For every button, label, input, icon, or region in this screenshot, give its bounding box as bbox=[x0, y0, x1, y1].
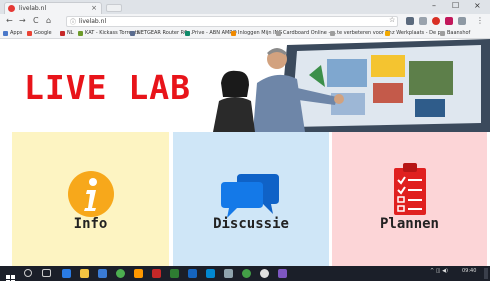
bookmark-icon bbox=[385, 31, 390, 36]
chrome-icon[interactable] bbox=[116, 269, 125, 278]
bookmark-nl[interactable]: NL bbox=[60, 29, 74, 38]
task-view-icon[interactable] bbox=[42, 269, 51, 277]
reload-icon[interactable]: C bbox=[33, 16, 39, 25]
apps-icon bbox=[3, 31, 8, 36]
bookmark-baanshof[interactable]: Baanshof bbox=[440, 29, 470, 38]
edge-icon[interactable] bbox=[62, 269, 71, 278]
menu-icon[interactable]: ⋮ bbox=[476, 16, 484, 25]
os-taskbar: ^ ◫ ◀) 09:40 bbox=[0, 266, 490, 284]
app-icon[interactable] bbox=[224, 269, 233, 278]
address-toolbar: ← → C ⌂ ⓘ livelab.nl ☆ ⋮ bbox=[0, 14, 490, 29]
chat-bubbles-icon bbox=[221, 174, 279, 218]
browser-tab[interactable]: livelab.nl × bbox=[4, 2, 102, 14]
extension-icon[interactable] bbox=[419, 17, 427, 25]
bookmark-icon bbox=[130, 31, 135, 36]
bookmark-icon bbox=[185, 31, 190, 36]
folder-icon[interactable] bbox=[80, 269, 89, 278]
bookmark-abn[interactable]: Prive - ABN AMRO bbox=[185, 29, 237, 38]
address-bar[interactable]: ⓘ livelab.nl bbox=[66, 16, 398, 27]
bookmarks-bar: Apps Google NL KAT - Kickass Torrents NE… bbox=[0, 29, 490, 39]
bookmark-ing[interactable]: Inloggen Mijn ING bbox=[231, 29, 282, 38]
bookmark-cardboard[interactable]: Cardboard Online - ... bbox=[276, 29, 337, 38]
vlc-icon[interactable] bbox=[134, 269, 143, 278]
site-logo[interactable]: LIVE LAB bbox=[24, 68, 191, 108]
show-desktop-button[interactable] bbox=[484, 268, 488, 279]
taskbar-clock[interactable]: 09:40 bbox=[462, 268, 476, 274]
excel-icon[interactable] bbox=[170, 269, 179, 278]
new-tab-button[interactable] bbox=[106, 4, 122, 12]
bookmark-apps[interactable]: Apps bbox=[3, 29, 22, 38]
bookmark-icon bbox=[231, 31, 236, 36]
tile-discussie[interactable]: Discussie bbox=[173, 132, 329, 266]
tile-info[interactable]: Info bbox=[12, 132, 169, 266]
tile-plannen-label: Plannen bbox=[379, 216, 439, 232]
back-icon[interactable]: ← bbox=[6, 16, 13, 25]
bookmark-icon bbox=[60, 31, 65, 36]
tray-icons[interactable]: ^ ◫ ◀) bbox=[430, 268, 448, 274]
extension-icon[interactable] bbox=[432, 17, 440, 25]
extension-icon[interactable] bbox=[458, 17, 466, 25]
browser-title-bar: livelab.nl × – ☐ × bbox=[0, 0, 490, 14]
minimize-button[interactable]: – bbox=[432, 1, 436, 10]
windows-start-icon[interactable] bbox=[6, 269, 15, 284]
store-icon[interactable] bbox=[98, 269, 107, 278]
address-text: livelab.nl bbox=[79, 18, 107, 25]
app-icon[interactable] bbox=[278, 269, 287, 278]
close-window-button[interactable]: × bbox=[474, 1, 481, 10]
tile-info-label: Info bbox=[73, 216, 108, 232]
bookmark-icon bbox=[330, 31, 335, 36]
header-photo bbox=[209, 39, 490, 132]
google-icon bbox=[27, 31, 32, 36]
app-icon[interactable] bbox=[206, 269, 215, 278]
word-icon[interactable] bbox=[188, 269, 197, 278]
tab-title: livelab.nl bbox=[19, 5, 47, 12]
maximize-button[interactable]: ☐ bbox=[452, 1, 459, 10]
home-icon[interactable]: ⌂ bbox=[46, 16, 51, 25]
bookmark-netgear[interactable]: NETGEAR Router R6... bbox=[130, 29, 192, 38]
info-icon bbox=[68, 171, 114, 217]
tab-close-icon[interactable]: × bbox=[91, 3, 97, 14]
bookmark-star-icon[interactable]: ☆ bbox=[389, 16, 395, 24]
forward-icon[interactable]: → bbox=[19, 16, 26, 25]
clipboard-checklist-icon bbox=[394, 163, 426, 215]
bookmark-verbeteren[interactable]: te verbeteren voor Th bbox=[330, 29, 392, 38]
bookmark-icon bbox=[440, 31, 445, 36]
bookmark-werkplaats[interactable]: z Werkplaats - De p... bbox=[385, 29, 446, 38]
favicon-icon bbox=[8, 5, 15, 12]
extension-icon[interactable] bbox=[445, 17, 453, 25]
tile-plannen[interactable]: Plannen bbox=[332, 132, 487, 266]
search-icon[interactable] bbox=[24, 269, 32, 277]
spotify-icon[interactable] bbox=[242, 269, 251, 278]
bookmark-icon bbox=[78, 31, 83, 36]
app-icon[interactable] bbox=[152, 269, 161, 278]
bookmark-icon bbox=[276, 31, 281, 36]
bookmark-google[interactable]: Google bbox=[27, 29, 52, 38]
extension-icon[interactable] bbox=[406, 17, 414, 25]
app-icon[interactable] bbox=[260, 269, 269, 278]
site-info-icon[interactable]: ⓘ bbox=[70, 18, 76, 27]
tile-discussie-label: Discussie bbox=[213, 216, 289, 232]
